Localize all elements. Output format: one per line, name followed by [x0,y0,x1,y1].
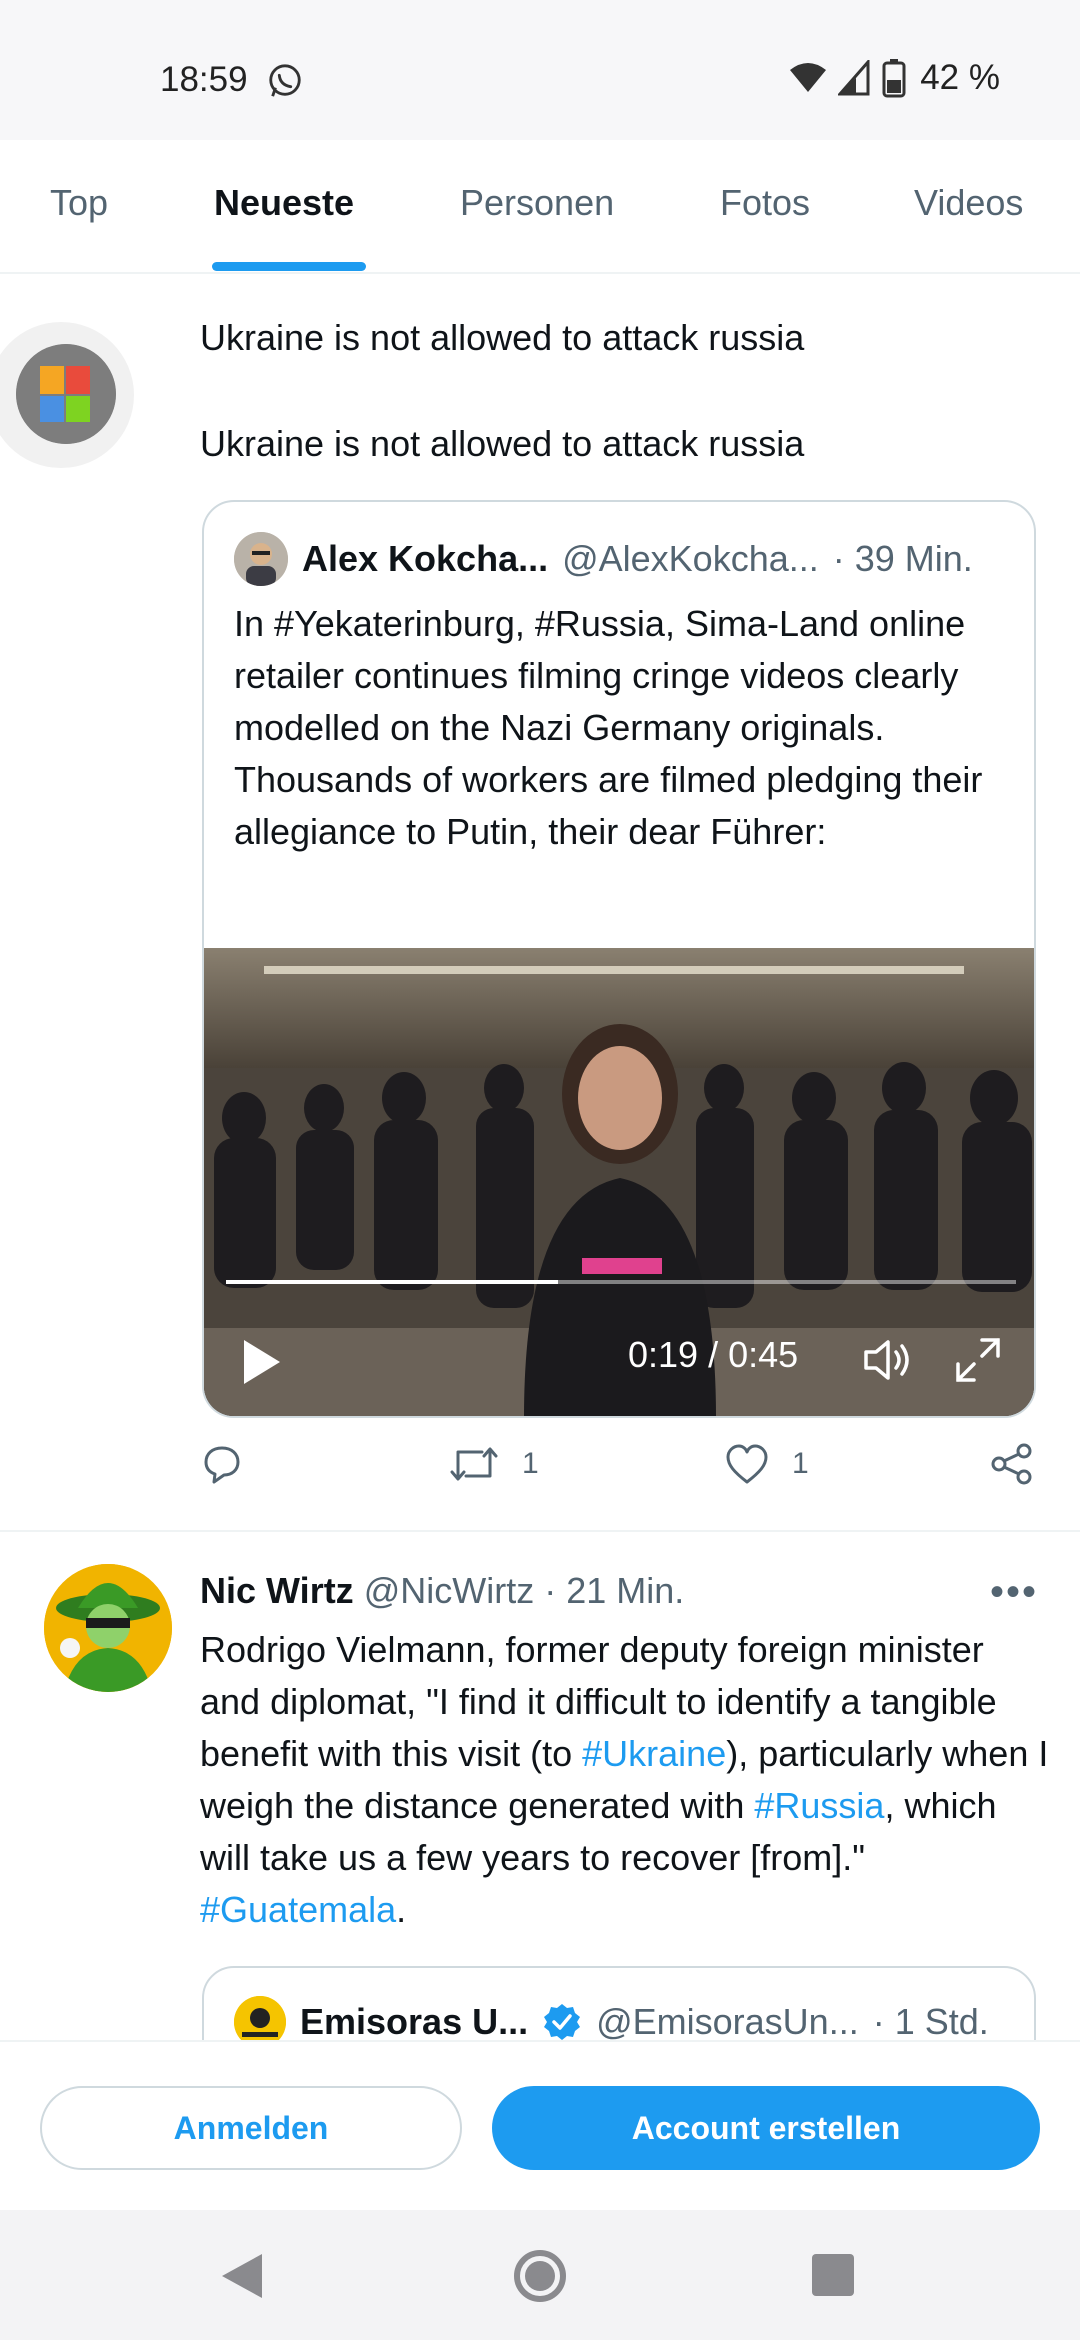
hashtag-link[interactable]: #Russia [754,1785,884,1826]
quoted-tweet-header: Emisoras U... @EmisorasUn... · 1 Std. [234,1996,989,2040]
signal-icon [838,60,870,96]
share-icon [991,1443,1032,1485]
tweet-text: Ukraine is not allowed to attack russia [200,317,805,358]
create-account-button[interactable]: Account erstellen [492,2086,1040,2170]
emisoras-logo-icon [234,1996,286,2040]
tweet-text: Rodrigo Vielmann, former deputy foreign … [200,1624,1050,1936]
quoted-tweet[interactable]: Emisoras U... @EmisorasUn... · 1 Std. [202,1966,1036,2040]
tab-neueste[interactable]: Neueste [214,182,354,224]
retweet-button[interactable]: 1 [448,1442,539,1486]
more-options-icon[interactable]: ••• [990,1570,1038,1615]
avatar[interactable] [16,344,116,444]
video-progress-fill [226,1280,558,1284]
tweet-feed[interactable]: Ukraine is not allowed to attack russia … [0,274,1080,2040]
share-button[interactable] [990,1442,1034,1486]
signup-bar: Anmelden Account erstellen [0,2040,1080,2210]
quoted-tweet-text: In #Yekaterinburg, #Russia, Sima-Land on… [234,603,983,852]
fullscreen-icon[interactable] [952,1334,1004,1386]
hashtag-link[interactable]: #Guatemala [200,1889,396,1930]
avatar [234,532,288,586]
tab-fotos[interactable]: Fotos [720,182,810,224]
avatar [234,1996,286,2040]
battery-icon [882,59,906,98]
quoted-time: · 39 Min. [832,538,973,579]
quoted-author-name: Emisoras U... [300,2001,529,2040]
play-icon[interactable] [244,1340,280,1384]
active-tab-indicator [212,262,366,271]
tweet-header: Nic Wirtz @NicWirtz · 21 Min. [200,1570,684,1612]
like-count: 1 [792,1447,809,1480]
hashtag-link[interactable]: #Ukraine [582,1733,726,1774]
wifi-icon [790,63,827,92]
home-icon[interactable] [514,2250,566,2302]
quoted-author-handle: @AlexKokcha... [562,538,819,579]
search-tabs: Top Neueste Personen Fotos Videos [0,140,1080,274]
avatar[interactable] [44,1564,172,1692]
whatsapp-icon [269,64,301,97]
quoted-author-name: Alex Kokcha... [302,538,549,579]
author-handle: @NicWirtz [363,1570,535,1611]
quoted-tweet-header: Alex Kokcha... @AlexKokcha... · 39 Min. [234,532,973,586]
verified-badge-icon [544,2004,581,2040]
like-button[interactable]: 1 [724,1442,809,1486]
back-icon[interactable] [222,2254,262,2298]
video-time: 0:19 / 0:45 [628,1334,799,1375]
recent-apps-icon[interactable] [812,2254,854,2296]
login-button[interactable]: Anmelden [40,2086,462,2170]
battery-percent: 42 % [920,58,1000,97]
avg-logo-icon [16,344,116,444]
tweet-text: Ukraine is not allowed to attack russia [200,423,805,464]
heart-icon [726,1444,768,1484]
tweet-actions: 1 1 [200,1442,1040,1502]
volume-icon[interactable] [860,1332,916,1388]
quoted-time: · 1 Std. [872,2001,989,2040]
video-player[interactable]: 0:19 / 0:45 [204,948,1034,1416]
tab-videos[interactable]: Videos [914,182,1023,224]
quoted-author-handle: @EmisorasUn... [596,2001,859,2040]
retweet-icon [450,1447,498,1481]
tweet-divider [0,1530,1080,1532]
status-time: 18:59 [160,60,248,99]
tweet-time: · 21 Min. [544,1570,685,1611]
tab-personen[interactable]: Personen [460,182,614,224]
nic-avatar-image [44,1564,172,1692]
tweet-text-part: . [396,1889,407,1930]
reply-button[interactable] [200,1442,244,1486]
reply-icon [204,1446,240,1484]
author-name[interactable]: Nic Wirtz [200,1570,354,1611]
status-bar: 18:59 42 % [0,0,1080,140]
quoted-tweet[interactable]: Alex Kokcha... @AlexKokcha... · 39 Min. … [202,500,1036,1418]
system-nav-bar [0,2210,1080,2340]
tab-top[interactable]: Top [50,182,108,224]
retweet-count: 1 [522,1447,539,1480]
